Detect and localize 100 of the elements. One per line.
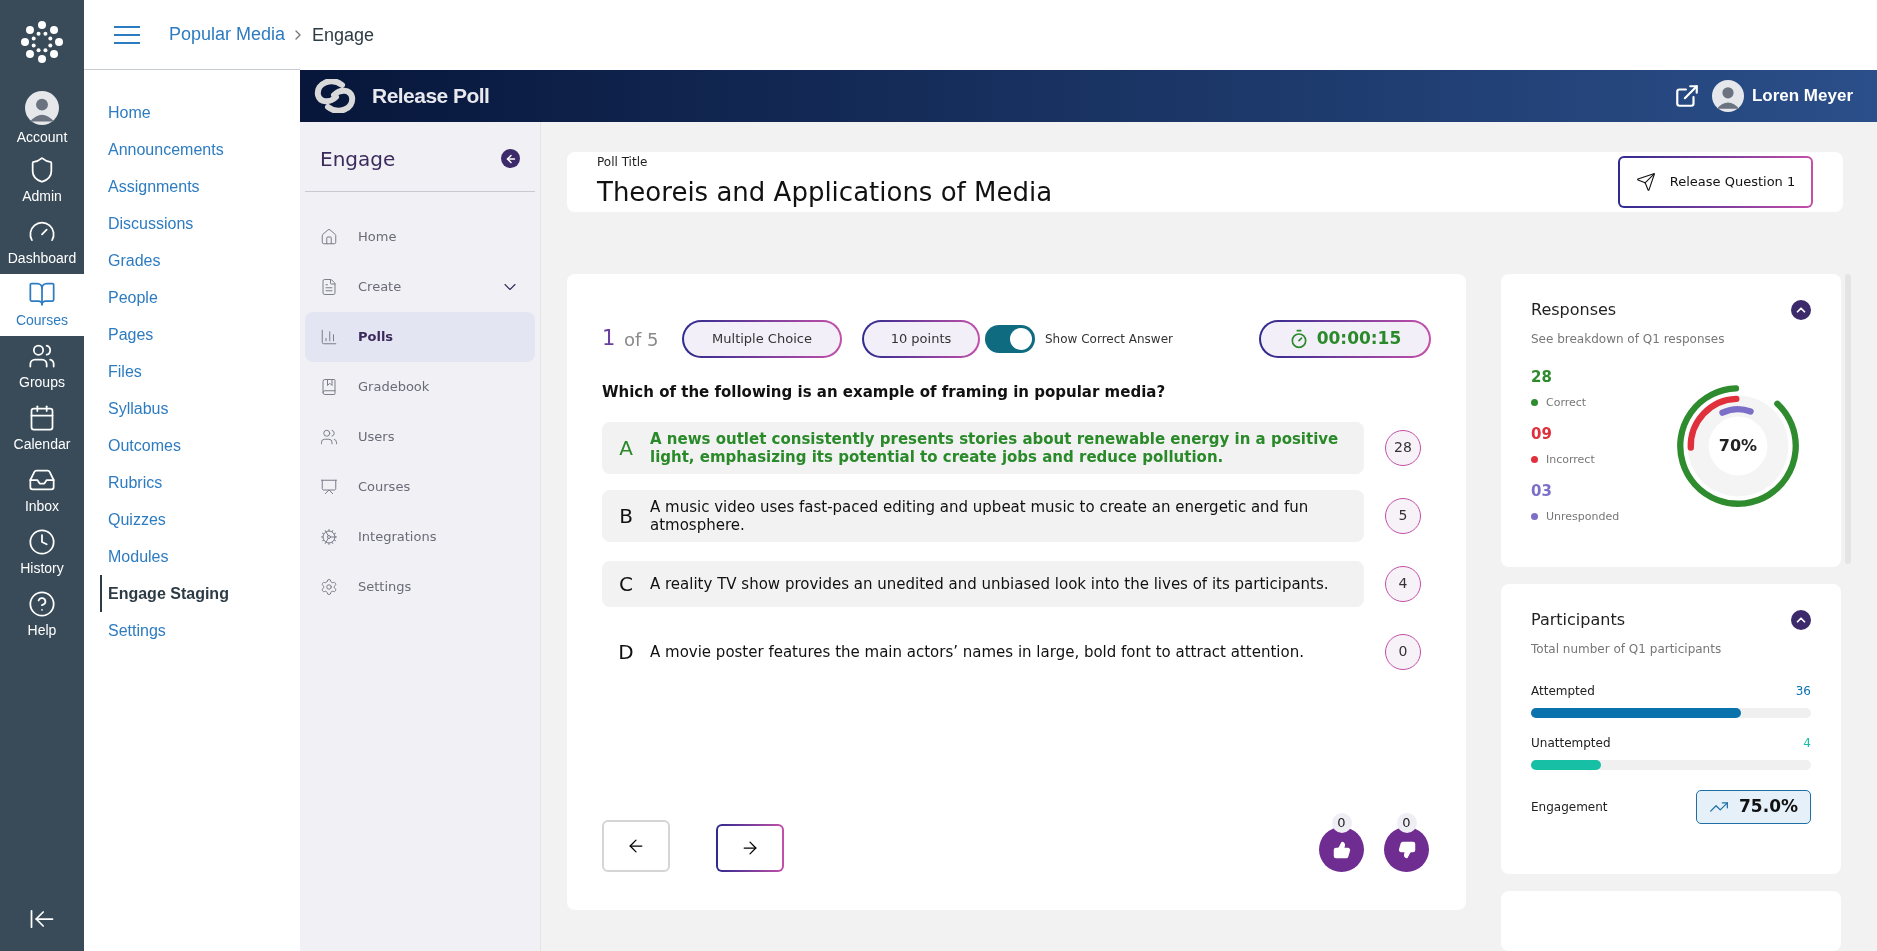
legend-value: 03 (1531, 481, 1553, 502)
bar-value: 36 (1795, 683, 1811, 700)
question-text: Which of the following is an example of framing in popular media? (602, 382, 1167, 403)
user-name: Loren Meyer (1751, 85, 1853, 108)
engage-nav-item[interactable]: Integrations (305, 512, 535, 562)
app-logo-icon (312, 79, 358, 113)
toggle-label: Show Correct Answer (1045, 331, 1173, 348)
courses-icon (320, 478, 338, 496)
card-title: Responses (1531, 299, 1617, 321)
option-row[interactable]: A A news outlet consistently presents stories about renewable energy in a positive light, emphasizing its potential to create jobs and reduce pollution. (602, 421, 1364, 474)
collapse-button[interactable] (501, 149, 520, 168)
release-button[interactable]: Release Question 1 (1618, 156, 1813, 208)
dislike-count: 0 (1396, 813, 1417, 833)
vote-count: 4 (1385, 565, 1421, 602)
engage-nav-item[interactable]: Settings (305, 562, 535, 612)
breadcrumb-link[interactable]: Popular Media (169, 21, 286, 48)
course-nav-link[interactable]: Quizzes (108, 501, 300, 538)
collapse-button[interactable] (1791, 610, 1811, 630)
calendar-icon (28, 403, 56, 432)
course-nav-link[interactable]: Files (108, 353, 300, 390)
legend-value: 09 (1531, 424, 1553, 445)
bar-value: 4 (1803, 735, 1811, 752)
rail-item[interactable]: History (0, 522, 84, 584)
settings-icon (320, 578, 338, 596)
vote-count: 5 (1385, 497, 1421, 534)
donut-percent: 70% (1718, 434, 1758, 457)
thumbs-down-icon (1397, 840, 1416, 859)
course-nav-link[interactable]: People (108, 279, 300, 316)
course-nav-link[interactable]: Rubrics (108, 464, 300, 501)
avatar-icon (25, 90, 59, 125)
engage-title: Engage (320, 145, 396, 173)
course-nav-link[interactable]: Discussions (108, 205, 300, 242)
rail-item[interactable]: Dashboard (0, 212, 84, 274)
help-icon (28, 589, 56, 618)
course-nav-link[interactable]: Outcomes (108, 427, 300, 464)
rail-item[interactable]: Groups (0, 336, 84, 398)
engagement-badge: 75.0% (1696, 790, 1811, 824)
card-subtitle: See breakdown of Q1 responses (1531, 331, 1726, 348)
poll-title: Theoreis and Applications of Media (597, 175, 1053, 209)
course-nav-link[interactable]: Settings (108, 612, 300, 649)
question-type-badge: Multiple Choice (682, 320, 842, 358)
course-nav-link[interactable]: Grades (108, 242, 300, 279)
option-row[interactable]: B A music video uses fast-paced editing and upbeat music to create an energetic and fun atmosphere. (602, 489, 1364, 542)
card-subtitle: Total number of Q1 participants (1531, 641, 1723, 658)
dislike-button[interactable] (1384, 827, 1429, 872)
rail-item[interactable]: Courses (0, 274, 84, 336)
menu-icon[interactable] (114, 25, 140, 44)
rail-item[interactable]: Inbox (0, 460, 84, 522)
engage-nav-item[interactable]: Polls (305, 312, 535, 362)
external-link-icon[interactable] (1673, 83, 1700, 109)
legend-label: Correct (1546, 394, 1587, 411)
users-icon (320, 428, 338, 446)
course-nav-link[interactable]: Home (108, 94, 300, 131)
course-nav-link[interactable]: Modules (108, 538, 300, 575)
option-row[interactable]: C A reality TV show provides an unedited and unbiased look into the lives of its participants. (602, 560, 1364, 607)
rail-item[interactable]: Help (0, 584, 84, 646)
engage-nav-item[interactable]: Gradebook (305, 362, 535, 412)
bar-label: Unattempted (1531, 735, 1611, 752)
breadcrumb-current: Engage (312, 23, 375, 47)
create-icon (320, 278, 338, 296)
course-nav-link[interactable]: Announcements (108, 131, 300, 168)
engage-nav-item[interactable]: Courses (305, 462, 535, 512)
thumbs-up-icon (1332, 840, 1351, 859)
option-row[interactable]: D A movie poster features the main actors’ names in large, bold font to attract attention. (602, 628, 1364, 675)
legend-label: Incorrect (1546, 451, 1595, 468)
legend-label: Unresponded (1546, 508, 1620, 525)
rail-item[interactable]: Admin (0, 150, 84, 212)
collapse-button[interactable] (1791, 300, 1811, 320)
integrations-icon (320, 528, 338, 546)
next-button[interactable] (716, 824, 784, 872)
timer-badge: 00:00:15 (1259, 320, 1431, 358)
course-nav-link[interactable]: Syllabus (108, 390, 300, 427)
vote-count: 0 (1385, 633, 1421, 670)
engage-nav-item[interactable]: Home (305, 212, 535, 262)
show-answer-toggle[interactable] (985, 325, 1035, 353)
home-icon (320, 228, 338, 246)
rail-item[interactable]: Calendar (0, 398, 84, 460)
question-total: of 5 (624, 327, 660, 352)
paper-plane-icon (1635, 172, 1656, 192)
engage-nav-item[interactable]: Users (305, 412, 535, 462)
course-nav-link[interactable]: Pages (108, 316, 300, 353)
logo-icon[interactable] (20, 20, 64, 64)
like-count: 0 (1331, 813, 1352, 833)
engagement-label: Engagement (1531, 799, 1608, 816)
app-title: Release Poll (372, 83, 490, 110)
card-title: Participants (1531, 609, 1625, 631)
engage-nav-item[interactable]: Create (305, 262, 535, 312)
rail-item[interactable]: Account (0, 88, 84, 150)
gradebook-icon (320, 378, 338, 396)
course-nav-link[interactable]: Assignments (108, 168, 300, 205)
history-icon (28, 527, 56, 556)
arrow-left-icon (504, 152, 517, 165)
like-button[interactable] (1319, 827, 1364, 872)
question-position: 1 (602, 325, 617, 353)
legend-value: 28 (1531, 367, 1553, 388)
bar-label: Attempted (1531, 683, 1595, 700)
vote-count: 28 (1385, 429, 1421, 466)
poll-title-label: Poll Title (597, 153, 649, 171)
points-badge: 10 points (862, 320, 980, 358)
user-avatar (1711, 80, 1744, 112)
